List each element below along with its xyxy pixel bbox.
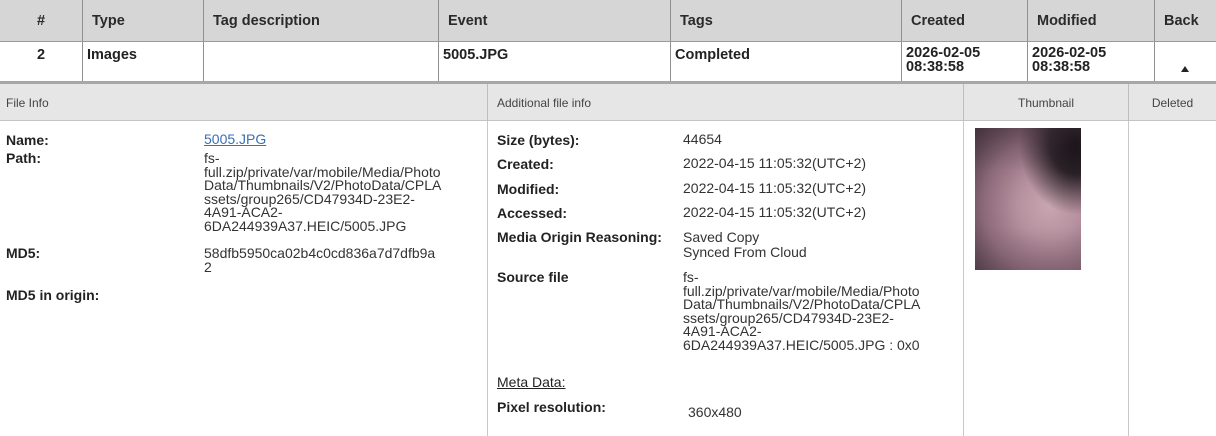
file-info-column: Name: 5005.JPG Path: fs- full.zip/privat…	[0, 121, 487, 436]
row-modified: 2026-02-05 08:38:58	[1027, 42, 1154, 82]
md5-line: 2	[204, 258, 212, 275]
file-info-header: File Info	[6, 95, 49, 110]
details-header-row: File Info Additional file info Thumbnail…	[0, 84, 1216, 121]
col-header-back[interactable]: Back	[1154, 0, 1216, 41]
origin-line: Saved Copy	[683, 229, 760, 245]
created-value: 2022-04-15 11:05:32(UTC+2)	[683, 155, 867, 171]
additional-info-header: Additional file info	[487, 84, 963, 121]
md5-value: 58dfb5950ca02b4c0cd836a7d7dfb9a 2	[204, 245, 436, 275]
row-modified-time: 08:38:58	[1032, 59, 1091, 75]
row-created-time: 08:38:58	[906, 59, 965, 75]
details-body: Name: 5005.JPG Path: fs- full.zip/privat…	[0, 121, 1216, 436]
modified-value: 2022-04-15 11:05:32(UTC+2)	[683, 180, 867, 196]
up-arrow-icon[interactable]	[1181, 66, 1189, 72]
row-back	[1154, 42, 1216, 82]
origin-line: Synced From Cloud	[683, 244, 807, 260]
size-value: 44654	[683, 131, 722, 147]
md5-origin-label: MD5 in origin:	[6, 287, 100, 303]
created-label: Created:	[497, 156, 554, 172]
row-created-date: 2026-02-05	[906, 45, 981, 61]
col-header-index[interactable]: #	[0, 0, 82, 41]
col-header-event[interactable]: Event	[438, 0, 670, 41]
col-header-created[interactable]: Created	[901, 0, 1027, 41]
additional-info-column: Size (bytes): 44654 Created: 2022-04-15 …	[487, 121, 963, 436]
accessed-value: 2022-04-15 11:05:32(UTC+2)	[683, 204, 867, 220]
thumbnail-shade	[975, 128, 1081, 270]
file-name-link[interactable]: 5005.JPG	[204, 132, 266, 147]
md5-line: 58dfb5950ca02b4c0cd836a7d7dfb9a	[204, 245, 436, 261]
meta-data-link[interactable]: Meta Data:	[497, 375, 565, 390]
pixel-resolution-value: 360x480	[688, 404, 742, 420]
deleted-header: Deleted	[1128, 84, 1216, 121]
modified-label: Modified:	[497, 181, 560, 197]
table-header-row: # Type Tag description Event Tags Create…	[0, 0, 1216, 42]
path-value: fs- full.zip/private/var/mobile/Media/Ph…	[204, 151, 441, 234]
col-header-tag-description[interactable]: Tag description	[203, 0, 438, 41]
row-modified-date: 2026-02-05	[1032, 45, 1107, 61]
row-event: 5005.JPG	[438, 42, 670, 82]
pixel-resolution-label: Pixel resolution:	[497, 399, 606, 415]
photo-thumbnail[interactable]	[975, 128, 1081, 270]
col-header-type[interactable]: Type	[82, 0, 203, 41]
media-origin-value: Saved Copy Synced From Cloud	[683, 230, 807, 260]
row-tags: Completed	[670, 42, 901, 82]
path-line: 6DA244939A37.HEIC/5005.JPG	[204, 217, 407, 234]
thumbnail-header: Thumbnail	[963, 84, 1128, 121]
source-file-value: fs- full.zip/private/var/mobile/Media/Ph…	[683, 270, 920, 353]
row-type: Images	[82, 42, 203, 82]
accessed-label: Accessed:	[497, 205, 568, 221]
media-origin-label: Media Origin Reasoning:	[497, 229, 662, 245]
source-file-label: Source file	[497, 269, 569, 285]
source-line: 6DA244939A37.HEIC/5005.JPG : 0x0	[683, 336, 920, 353]
name-label: Name:	[6, 132, 49, 148]
table-row[interactable]: 2 Images 5005.JPG Completed 2026-02-05 0…	[0, 42, 1216, 82]
deleted-column	[1128, 121, 1216, 436]
md5-label: MD5:	[6, 245, 41, 261]
thumbnail-column	[963, 121, 1128, 436]
path-label: Path:	[6, 150, 41, 166]
row-index: 2	[36, 47, 46, 63]
row-created: 2026-02-05 08:38:58	[901, 42, 1027, 82]
col-header-tags[interactable]: Tags	[670, 0, 901, 41]
results-table: # Type Tag description Event Tags Create…	[0, 0, 1216, 84]
details-panel: File Info Additional file info Thumbnail…	[0, 84, 1216, 436]
col-header-modified[interactable]: Modified	[1027, 0, 1154, 41]
size-label: Size (bytes):	[497, 132, 580, 148]
row-tag-description	[203, 42, 438, 82]
